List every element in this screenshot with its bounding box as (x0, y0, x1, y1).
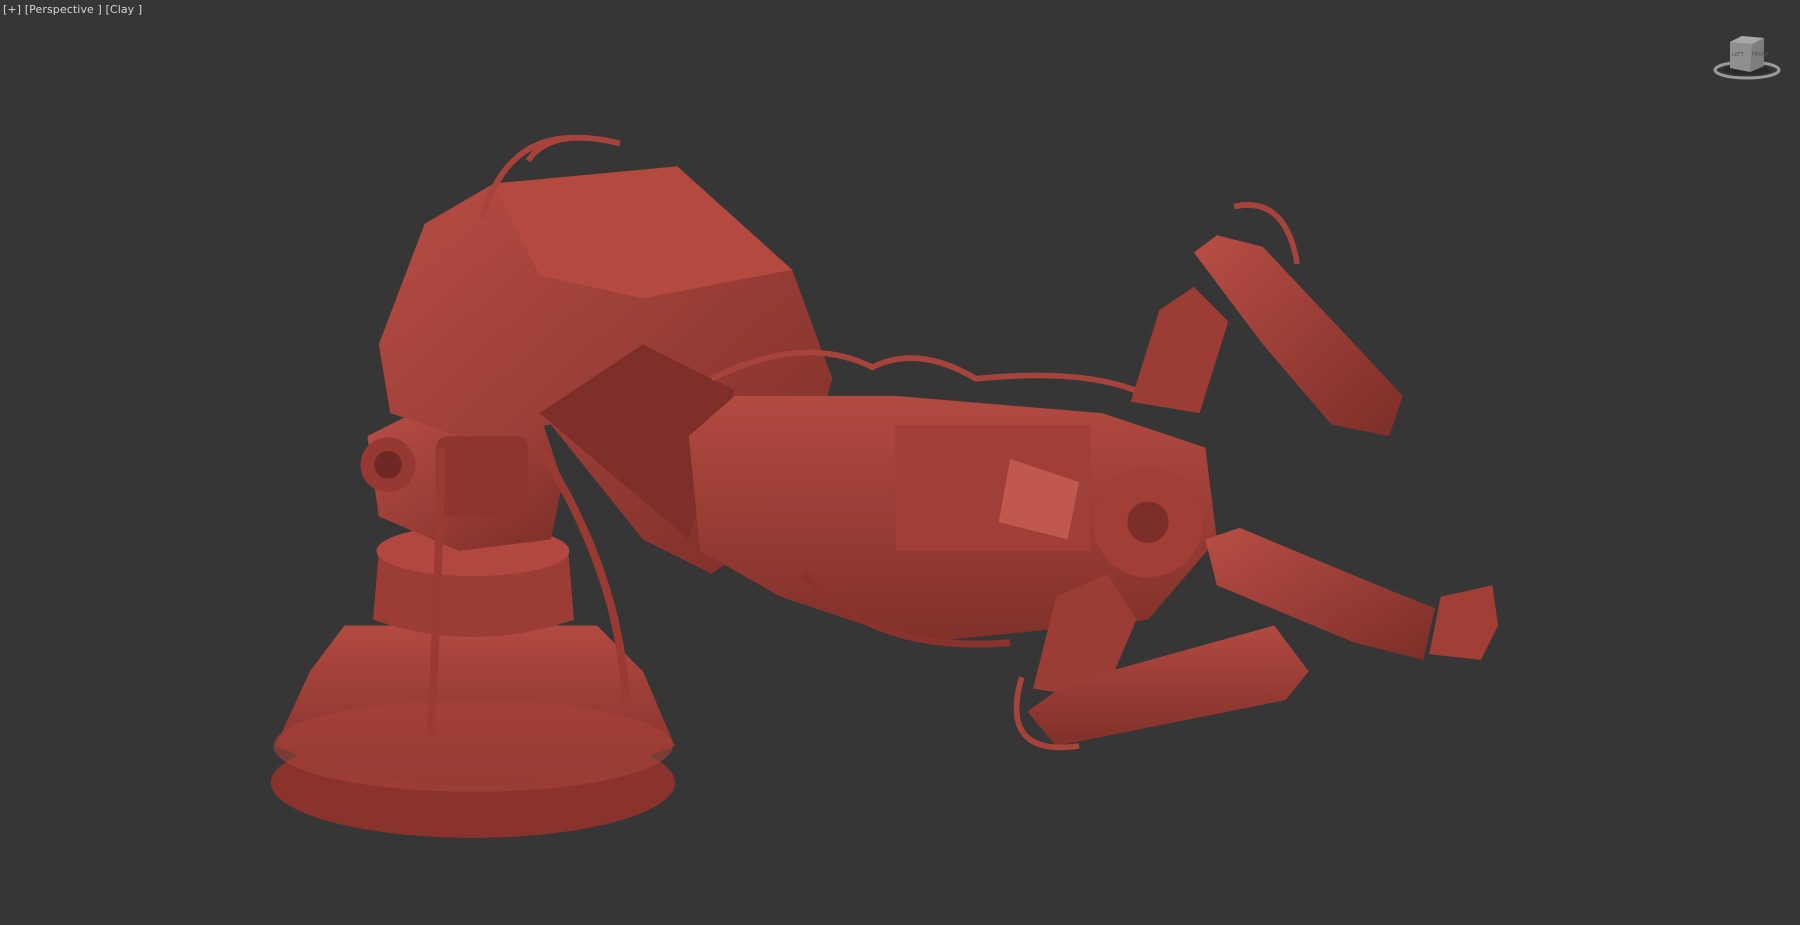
viewcube[interactable]: LEFT FRONT (1712, 30, 1782, 82)
viewcube-face-front[interactable]: FRONT (1752, 52, 1769, 58)
viewport-scene[interactable] (0, 0, 1800, 925)
viewcube-face-left[interactable]: LEFT (1732, 52, 1744, 58)
robot-base (270, 525, 675, 838)
viewcube-icon (1713, 36, 1781, 80)
robot-claw-upper (1130, 202, 1403, 437)
robot-arm-model[interactable] (270, 134, 1499, 838)
